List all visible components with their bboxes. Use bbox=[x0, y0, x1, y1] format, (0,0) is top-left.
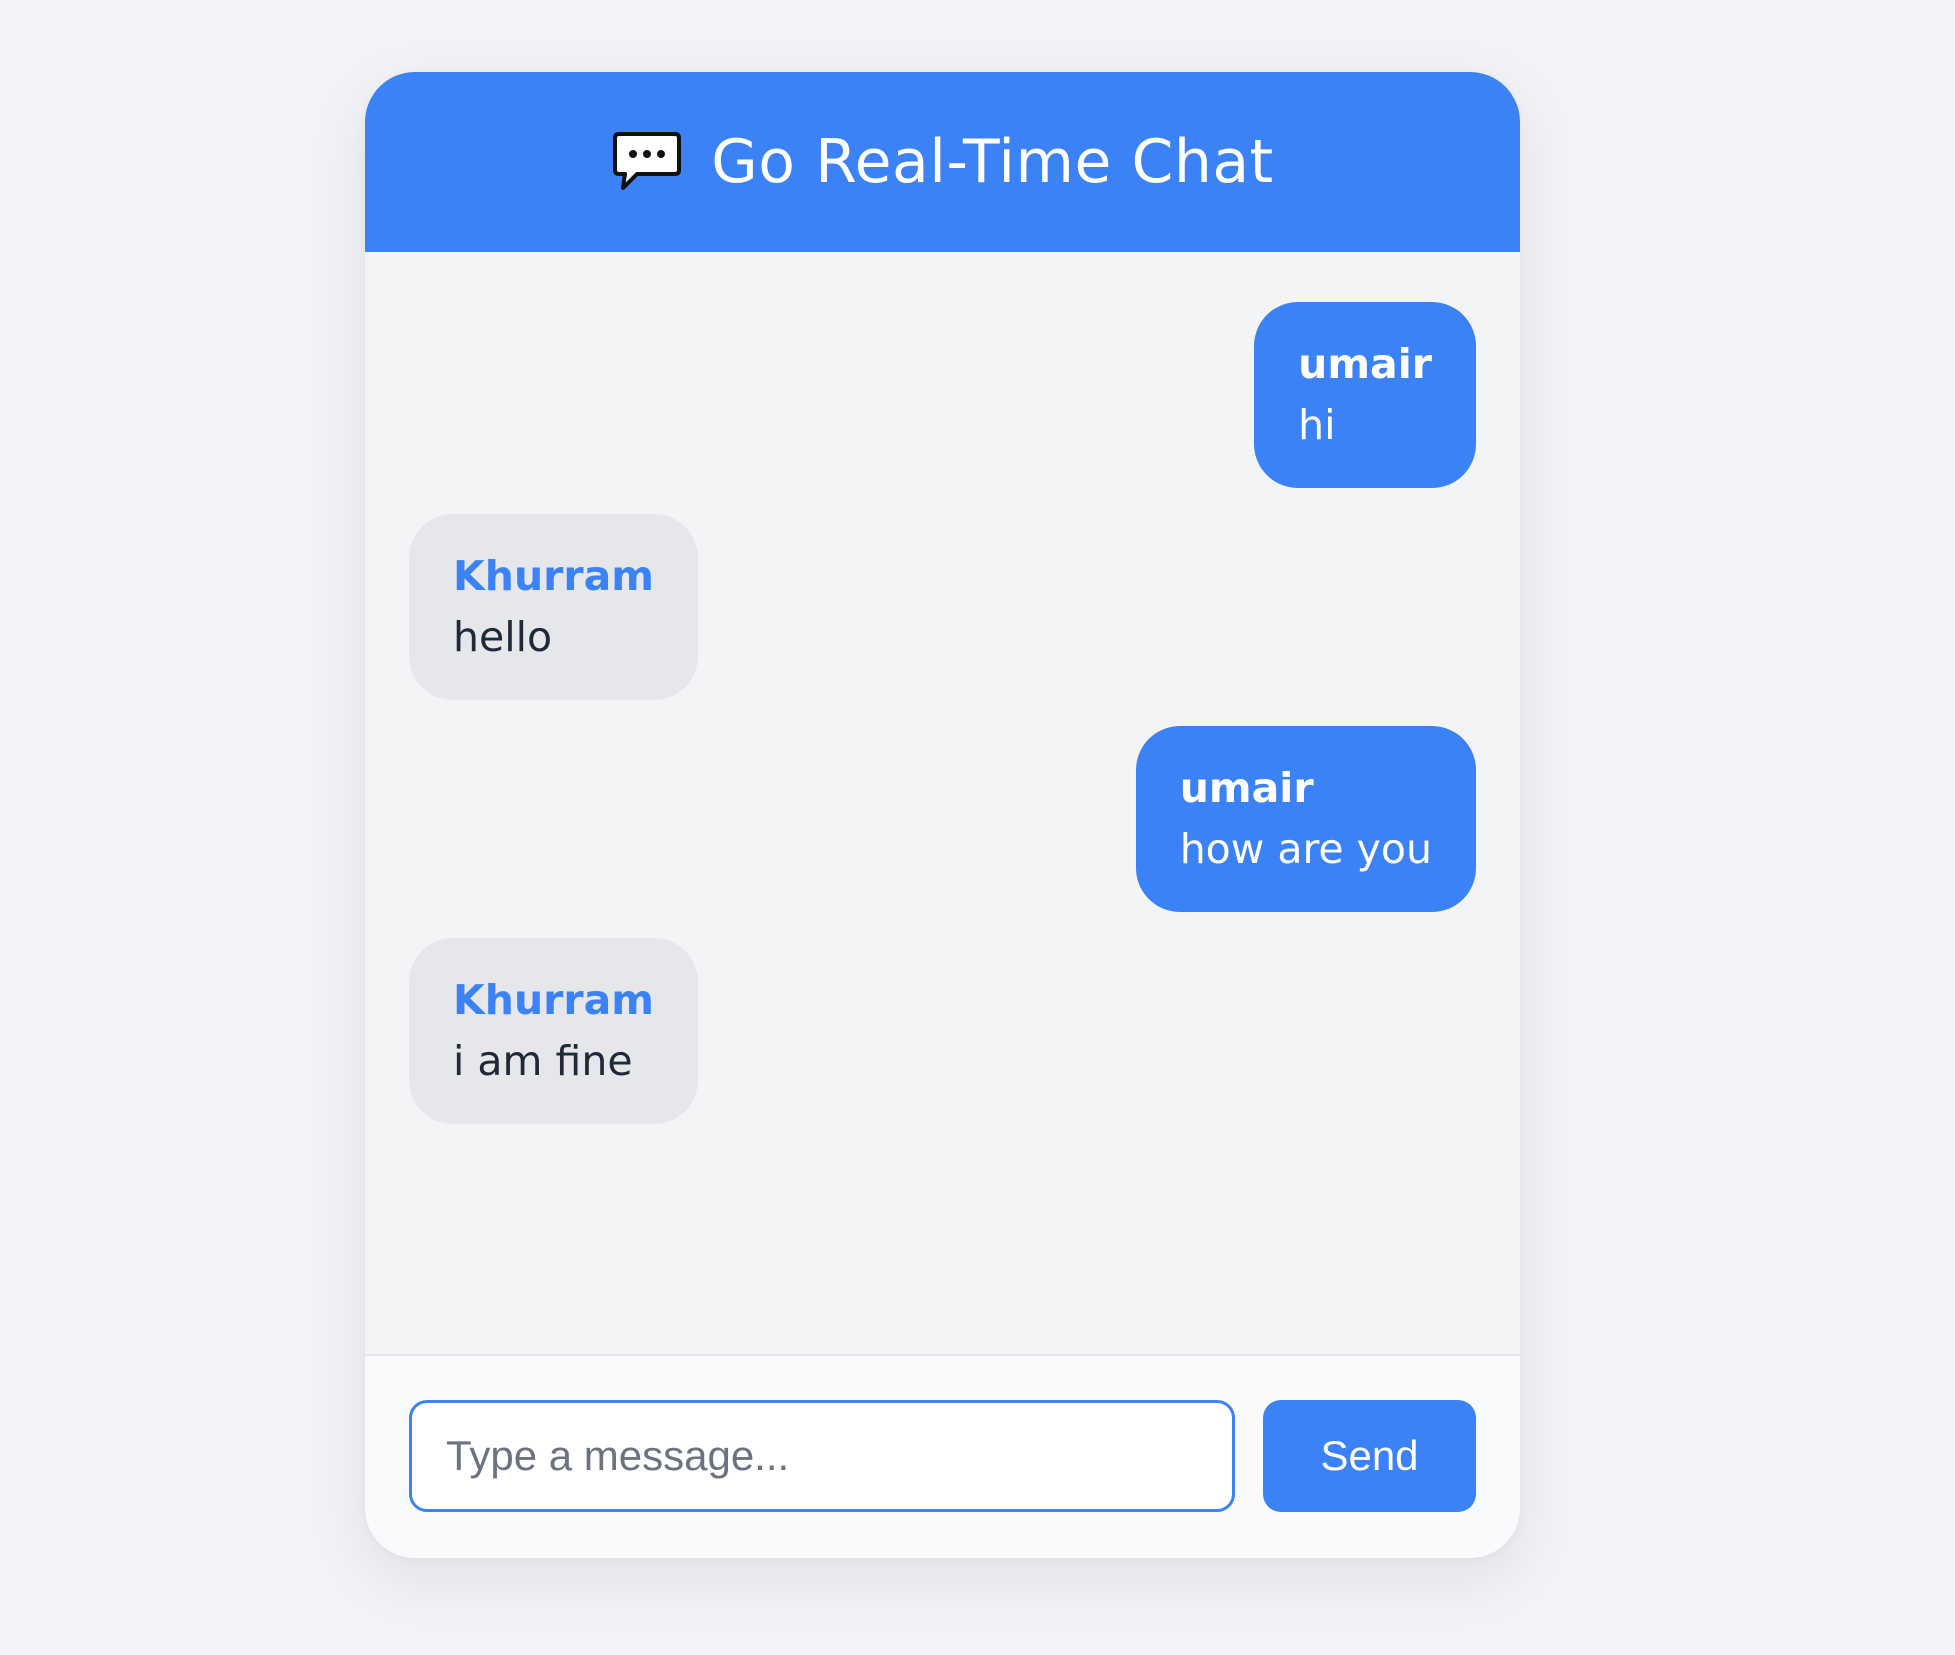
chat-title: Go Real-Time Chat bbox=[711, 127, 1274, 197]
message-text: i am fine bbox=[453, 1037, 633, 1085]
message-composer: Send bbox=[365, 1354, 1520, 1558]
speech-bubble-icon bbox=[611, 130, 683, 194]
message-bubble-incoming: Khurram hello bbox=[409, 514, 698, 700]
message-bubble-outgoing: umair how are you bbox=[1135, 726, 1476, 912]
message-bubble-outgoing: umair hi bbox=[1254, 302, 1476, 488]
message-sender: umair bbox=[1298, 340, 1432, 388]
chat-window: Go Real-Time Chat umair hi Khurram hello… bbox=[365, 72, 1520, 1558]
message-text: how are you bbox=[1179, 825, 1432, 873]
message-sender: Khurram bbox=[453, 976, 654, 1024]
message-list[interactable]: umair hi Khurram hello umair how are you… bbox=[365, 252, 1520, 1354]
message-text: hi bbox=[1298, 401, 1336, 449]
message-sender: umair bbox=[1179, 764, 1314, 812]
message-bubble-incoming: Khurram i am fine bbox=[409, 938, 698, 1124]
message-sender: Khurram bbox=[453, 552, 654, 600]
chat-header: Go Real-Time Chat bbox=[365, 72, 1520, 252]
send-button[interactable]: Send bbox=[1263, 1400, 1476, 1512]
message-text: hello bbox=[453, 613, 553, 661]
message-input[interactable] bbox=[409, 1400, 1235, 1512]
